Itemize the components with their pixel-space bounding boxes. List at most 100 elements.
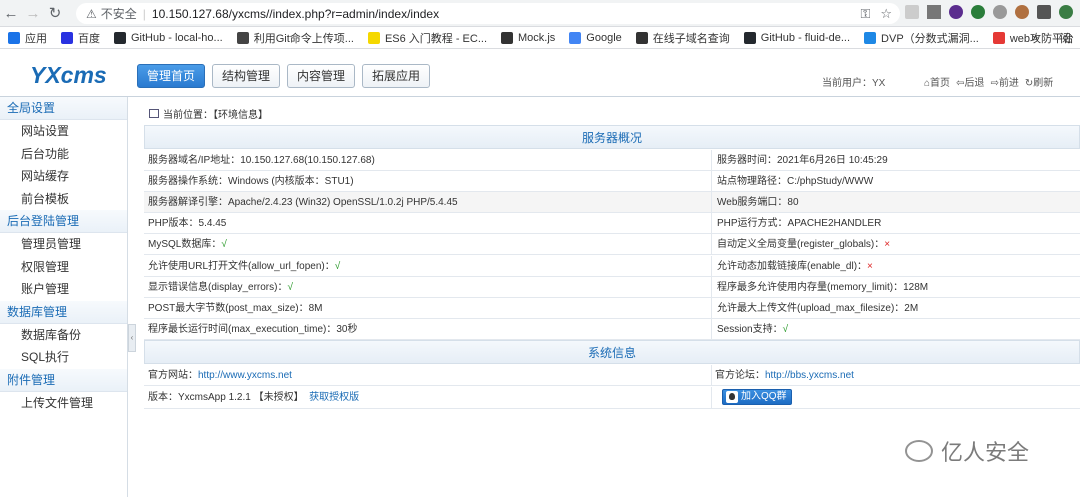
table-cell: 允许动态加载链接库(enable_dl)：×	[717, 256, 873, 277]
table-row: 程序最长运行时间(max_execution_time)：30秒 Session支…	[144, 318, 1080, 340]
profile-icon[interactable]	[1059, 5, 1073, 19]
back-icon[interactable]: ←	[0, 5, 22, 22]
table-cell: 服务器操作系统：Windows (内核版本：STU1)	[148, 171, 354, 192]
separator: |	[142, 6, 146, 21]
sidebar-item[interactable]: 网站缓存	[0, 165, 127, 188]
bookmark-item[interactable]: 在线子域名查询	[635, 30, 730, 46]
table-cell: 站点物理路径：C:/phpStudy/WWW	[717, 171, 873, 192]
refresh-icon: ↻	[1024, 78, 1034, 89]
bookmark-item[interactable]: 百度	[61, 30, 100, 46]
top-link-home[interactable]: ⌂首页	[924, 74, 950, 89]
sidebar-item[interactable]: 上传文件管理	[0, 392, 127, 415]
bookmark-item[interactable]: 应用	[8, 30, 47, 46]
top-link-forward[interactable]: ⇨前进	[990, 74, 1018, 89]
qq-icon	[726, 391, 738, 403]
sidebar-item[interactable]: SQL执行	[0, 346, 127, 369]
sidebar-item[interactable]: 后台功能	[0, 143, 127, 166]
top-link-refresh[interactable]: ↻刷新	[1025, 74, 1053, 89]
sidebar-item[interactable]: 管理员管理	[0, 233, 127, 256]
version-info: 版本：YxcmsApp 1.2.1 【未授权】 获取授权版	[148, 387, 359, 408]
bookmark-item[interactable]: GitHub - fluid-de...	[743, 31, 850, 44]
extension-icon[interactable]	[1015, 5, 1029, 19]
top-link-back[interactable]: ⇦后退	[956, 74, 984, 89]
sidebar-group-title[interactable]: 全局设置	[0, 97, 127, 120]
sidebar-item[interactable]: 权限管理	[0, 256, 127, 279]
sidebar-collapse-handle[interactable]: ‹	[128, 324, 136, 352]
top-link-label: 首页	[930, 78, 951, 89]
table-cell: 显示错误信息(display_errors)：√	[148, 277, 293, 298]
star-icon[interactable]: ☆	[880, 6, 892, 22]
bookmark-item[interactable]: 利用Git命令上传项...	[236, 30, 354, 46]
logo[interactable]: YXcms	[30, 62, 107, 89]
bookmark-item[interactable]: GitHub - local-ho...	[114, 31, 223, 44]
cell-text: Web服务端口：80	[717, 197, 799, 209]
reading-list-button[interactable]: 阅	[1060, 30, 1071, 46]
reload-icon[interactable]: ↻	[44, 4, 66, 22]
cell-text: 服务器解译引擎：Apache/2.4.23 (Win32) OpenSSL/1.…	[148, 197, 458, 209]
sidebar-item[interactable]: 账户管理	[0, 278, 127, 301]
sidebar-group-title[interactable]: 附件管理	[0, 368, 127, 392]
bookmark-label: Mock.js	[518, 31, 556, 44]
sidebar-group-title[interactable]: 后台登陆管理	[0, 210, 127, 233]
table-cell: 程序最多允许使用内存量(memory_limit)：128M	[717, 277, 928, 298]
table-cell: 允许最大上传文件(upload_max_filesize)：2M	[717, 298, 918, 319]
tab-content[interactable]: 内容管理	[287, 64, 356, 88]
sidebar-item[interactable]: 数据库备份	[0, 324, 127, 347]
extension-icon[interactable]	[971, 5, 985, 19]
extension-icon[interactable]	[927, 5, 941, 19]
cell-text: 程序最多允许使用内存量(memory_limit)：128M	[717, 281, 929, 293]
watermark-text: 亿人安全	[941, 440, 1030, 465]
top-nav-tabs: 管理首页 结构管理 内容管理 拓展应用	[137, 64, 431, 88]
tab-extensions[interactable]: 拓展应用	[362, 64, 431, 88]
divider	[711, 150, 712, 170]
extension-icon[interactable]	[993, 5, 1007, 19]
watermark: 亿人安全	[905, 435, 1029, 467]
tab-home[interactable]: 管理首页	[137, 64, 206, 88]
extension-icon[interactable]	[905, 5, 919, 19]
divider	[711, 255, 712, 276]
cell-text: 允许最大上传文件(upload_max_filesize)：2M	[717, 302, 919, 314]
bookmark-item[interactable]: Google	[569, 31, 622, 44]
url-text: 10.150.127.68/yxcms//index.php?r=admin/i…	[151, 6, 440, 21]
cross-icon: ×	[867, 260, 873, 272]
table-cell: POST最大字节数(post_max_size)：8M	[148, 298, 322, 319]
version-text: 版本：YxcmsApp 1.2.1 【未授权】	[148, 392, 304, 403]
official-site: 官方网站：http://www.yxcms.net	[148, 365, 292, 386]
top-link-label: 后退	[964, 78, 985, 89]
bookmark-icon	[236, 31, 249, 44]
key-icon[interactable]: ⚿	[860, 6, 870, 22]
tab-structure[interactable]: 结构管理	[212, 64, 281, 88]
forum-label: 官方论坛：	[715, 370, 765, 381]
bookmark-label: 百度	[78, 32, 100, 45]
sidebar-item[interactable]: 网站设置	[0, 120, 127, 143]
cell-text: POST最大字节数(post_max_size)：8M	[148, 302, 323, 314]
table-row: MySQL数据库：√ 自动定义全局变量(register_globals)：×	[144, 234, 1080, 256]
bookmark-label: Google	[586, 31, 622, 44]
table-row: 服务器域名/IP地址：10.150.127.68(10.150.127.68) 服…	[144, 150, 1080, 171]
address-bar[interactable]: ⚠ 不安全 | 10.150.127.68/yxcms//index.php?r…	[76, 3, 900, 24]
official-site-link[interactable]: http://www.yxcms.net	[198, 370, 292, 381]
current-user: 当前用户：YX	[822, 78, 886, 89]
extension-icon[interactable]	[949, 5, 963, 19]
bookmarks-more-icon[interactable]: »	[1032, 32, 1038, 44]
cell-text: 站点物理路径：C:/phpStudy/WWW	[717, 176, 874, 188]
server-overview-title: 服务器概况	[144, 125, 1080, 149]
get-license-link[interactable]: 获取授权版	[309, 392, 359, 403]
cell-text: Session支持：	[717, 323, 783, 335]
puzzle-icon[interactable]	[1037, 5, 1051, 19]
sidebar-group-title[interactable]: 数据库管理	[0, 300, 127, 324]
warning-icon: ⚠	[86, 6, 97, 21]
sidebar-item[interactable]: 前台模板	[0, 188, 127, 211]
bookmark-item[interactable]: ES6 入门教程 - EC...	[367, 30, 487, 46]
forum-link[interactable]: http://bbs.yxcms.net	[765, 370, 854, 381]
bookmark-label: 应用	[25, 32, 47, 45]
table-cell: 服务器解译引擎：Apache/2.4.23 (Win32) OpenSSL/1.…	[148, 192, 458, 213]
bookmark-item[interactable]: Mock.js	[501, 31, 556, 44]
divider	[711, 318, 712, 339]
bookmark-item[interactable]: DVP（分数式漏洞...	[864, 30, 979, 46]
bookmark-icon	[992, 31, 1005, 44]
forward-icon[interactable]: →	[22, 5, 44, 22]
divider	[711, 365, 712, 385]
join-qq-group-button[interactable]: 加入QQ群	[722, 389, 792, 405]
browser-toolbar: ← → ↻ ⚠ 不安全 | 10.150.127.68/yxcms//index…	[0, 0, 1080, 27]
